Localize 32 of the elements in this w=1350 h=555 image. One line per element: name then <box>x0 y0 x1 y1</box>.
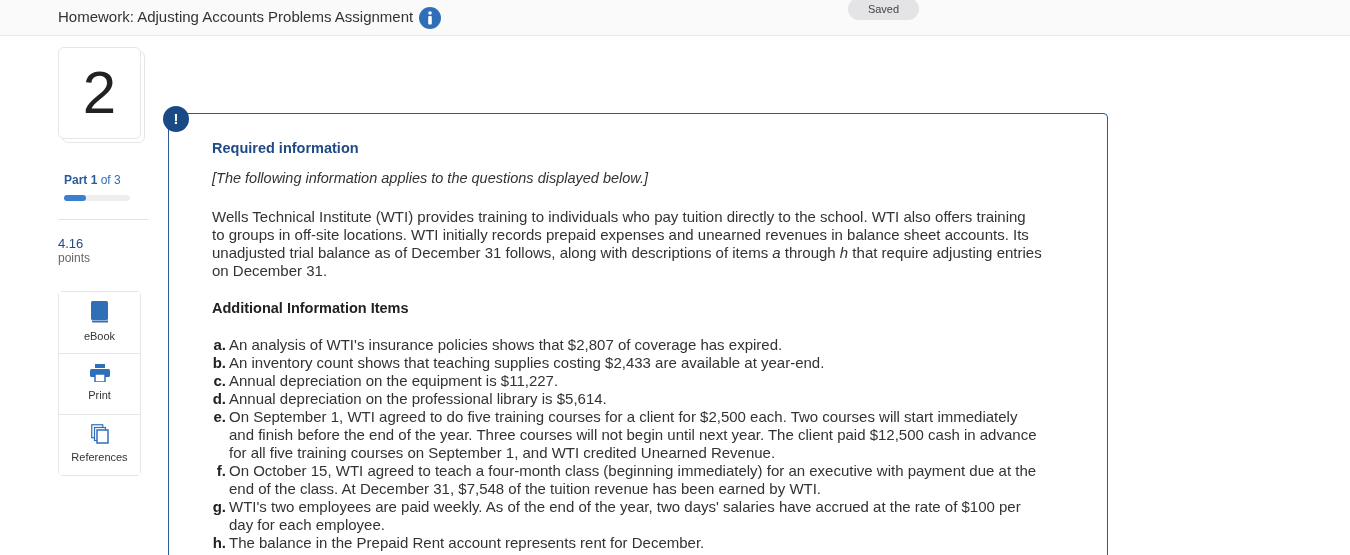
assignment-title: Homework: Adjusting Accounts Problems Assignment <box>58 7 414 28</box>
section-heading: Additional Information Items <box>212 298 410 318</box>
item-text: WTI's two employees are paid weekly. As of the end of the year, two days' salaries have accrued at the rate of $100 per day for each employee. <box>228 498 1022 535</box>
info-icon[interactable] <box>419 6 442 29</box>
item-letter: c. <box>212 372 227 391</box>
points-label: points <box>58 251 92 266</box>
item-text: Annual depreciation on the equipment is $11,227. <box>228 372 560 391</box>
item-letter: f. <box>215 462 227 482</box>
printer-icon <box>89 364 110 383</box>
alert-badge: ! <box>163 106 189 132</box>
item-text: On October 15, WTI agreed to teach a four-month class (beginning immediately) for an executive with payment due at the end of the class. At December 31, $7,548 of the tuition revenue has been earned by WTI. <box>228 462 1038 499</box>
item-text: The balance in the Prepaid Rent account represents rent for December. <box>228 534 706 553</box>
note-text: [The following information applies to the questions displayed below.] <box>212 168 650 188</box>
item-text: Annual depreciation on the professional library is $5,614. <box>228 390 608 409</box>
documents-icon <box>90 424 109 445</box>
item-letter: e. <box>212 408 227 428</box>
item-text: An inventory count shows that teaching supplies costing $2,433 are available at year-end. <box>228 354 826 373</box>
tool-button[interactable]: References <box>59 414 140 475</box>
section-heading: Required information <box>212 139 360 158</box>
item-letter: a. <box>212 336 227 355</box>
book-icon <box>90 300 109 323</box>
question-number: 2 <box>58 47 141 139</box>
part-indicator: Part 1 of 3 <box>64 172 122 189</box>
item-letter: h. <box>212 534 227 553</box>
item-letter: b. <box>212 354 227 373</box>
item-letter: d. <box>212 390 227 409</box>
saved-status: Saved <box>848 0 919 20</box>
item-text: On September 1, WTI agreed to do five training courses for a client for $2,500 each. Two courses will start immediately and finish before the end of the year. Three courses will not begin until next year. The client paid $12,500 cash in advance for all five training courses on September 1, and WTI credited Unearned Revenue. <box>228 408 1038 463</box>
points-value: 4.16 <box>58 236 85 251</box>
intro-paragraph: Wells Technical Institute (WTI) provides training to individuals who pay tuition directly to the school. WTI also offers training to groups in off-site locations. WTI initially records prepaid expenses and unearned revenues in balance sheet accounts. Its unadjusted trial balance as of December 31 follows, along with descriptions of items a through h that require adjusting entries on December 31. <box>212 207 1042 280</box>
item-letter: g. <box>212 498 227 518</box>
item-text: An analysis of WTI's insurance policies shows that $2,807 of coverage has expired. <box>228 336 784 355</box>
